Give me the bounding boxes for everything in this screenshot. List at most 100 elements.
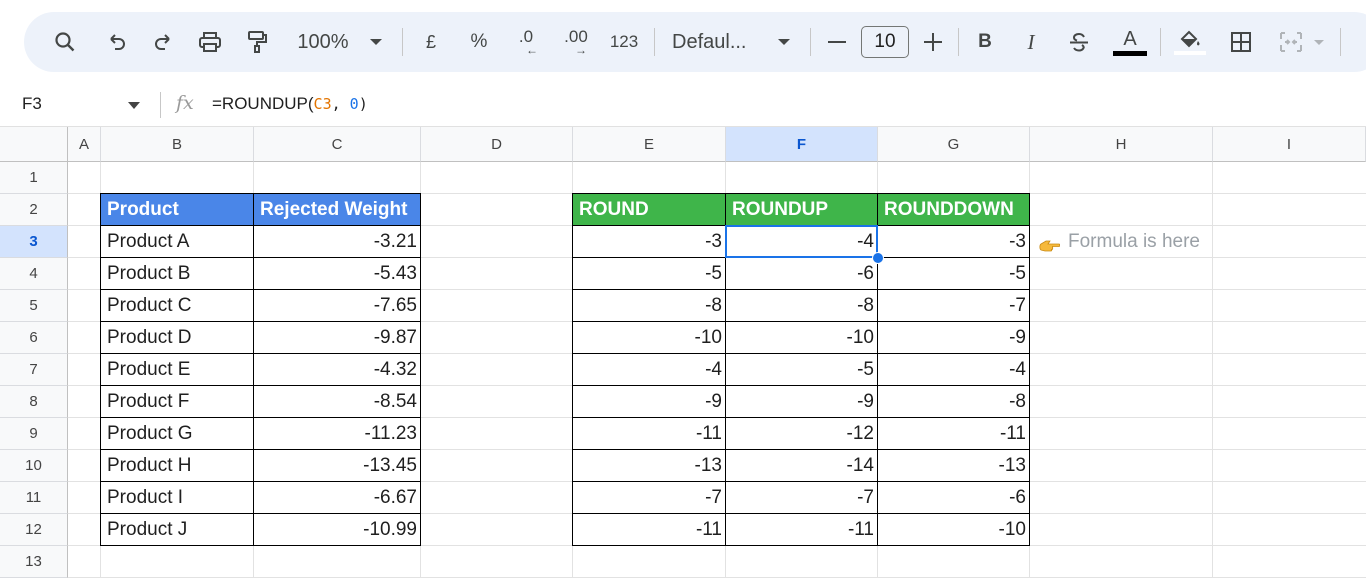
column-header-c[interactable]: C xyxy=(254,127,421,162)
row-header-11[interactable]: 11 xyxy=(0,482,68,514)
text-color-button[interactable]: A xyxy=(1112,12,1148,72)
round-value-cell[interactable]: -11 xyxy=(573,514,726,546)
decrease-font-size-icon[interactable] xyxy=(822,12,852,72)
table2-header-roundup[interactable]: ROUNDUP xyxy=(726,194,878,226)
table1-header-rejected-weight[interactable]: Rejected Weight xyxy=(254,194,421,226)
round-value-cell[interactable]: -3 xyxy=(573,226,726,258)
rejected-weight-cell[interactable]: -7.65 xyxy=(254,290,421,322)
row-header-13[interactable]: 13 xyxy=(0,546,68,578)
rounddown-value-cell[interactable]: -10 xyxy=(878,514,1030,546)
round-value-cell[interactable]: -9 xyxy=(573,386,726,418)
product-name-cell[interactable]: Product H xyxy=(101,450,254,482)
currency-format-button[interactable]: £ xyxy=(418,12,444,72)
column-header-d[interactable]: D xyxy=(421,127,573,162)
font-select[interactable]: Defaul... xyxy=(672,12,762,72)
rejected-weight-cell[interactable]: -3.21 xyxy=(254,226,421,258)
product-name-cell[interactable]: Product C xyxy=(101,290,254,322)
increase-font-size-icon[interactable] xyxy=(918,12,948,72)
search-menus-icon[interactable] xyxy=(48,12,82,72)
decrease-decimal-button[interactable]: .0 ← xyxy=(508,12,544,72)
rounddown-value-cell[interactable]: -8 xyxy=(878,386,1030,418)
roundup-value-cell[interactable]: -7 xyxy=(726,482,878,514)
row-header-5[interactable]: 5 xyxy=(0,290,68,322)
table2-header-rounddown[interactable]: ROUNDDOWN xyxy=(878,194,1030,226)
table2-header-round[interactable]: ROUND xyxy=(573,194,726,226)
select-all-corner[interactable] xyxy=(0,127,68,162)
rounddown-value-cell[interactable]: -5 xyxy=(878,258,1030,290)
round-value-cell[interactable]: -7 xyxy=(573,482,726,514)
column-header-a[interactable]: A xyxy=(68,127,101,162)
rounddown-value-cell[interactable]: -3 xyxy=(878,226,1030,258)
product-name-cell[interactable]: Product E xyxy=(101,354,254,386)
row-header-3[interactable]: 3 xyxy=(0,226,68,258)
round-value-cell[interactable]: -4 xyxy=(573,354,726,386)
roundup-value-cell[interactable]: -6 xyxy=(726,258,878,290)
rejected-weight-cell[interactable]: -10.99 xyxy=(254,514,421,546)
merge-cells-icon[interactable] xyxy=(1274,12,1308,72)
chevron-down-icon[interactable] xyxy=(772,12,796,72)
row-header-4[interactable]: 4 xyxy=(0,258,68,290)
more-formats-button[interactable]: 123 xyxy=(606,12,642,72)
italic-button[interactable]: I xyxy=(1018,12,1044,72)
borders-icon[interactable] xyxy=(1226,12,1256,72)
product-name-cell[interactable]: Product F xyxy=(101,386,254,418)
roundup-value-cell[interactable]: -12 xyxy=(726,418,878,450)
round-value-cell[interactable]: -10 xyxy=(573,322,726,354)
increase-decimal-button[interactable]: .00 → xyxy=(556,12,596,72)
round-value-cell[interactable]: -13 xyxy=(573,450,726,482)
rejected-weight-cell[interactable]: -13.45 xyxy=(254,450,421,482)
chevron-down-icon[interactable] xyxy=(128,102,140,109)
paint-format-icon[interactable] xyxy=(240,12,274,72)
column-header-h[interactable]: H xyxy=(1030,127,1213,162)
column-header-f[interactable]: F xyxy=(726,127,878,162)
fill-color-icon[interactable] xyxy=(1172,12,1208,72)
product-name-cell[interactable]: Product J xyxy=(101,514,254,546)
name-box[interactable]: F3 xyxy=(22,94,42,114)
rejected-weight-cell[interactable]: -9.87 xyxy=(254,322,421,354)
rounddown-value-cell[interactable]: -4 xyxy=(878,354,1030,386)
chevron-down-icon[interactable] xyxy=(1310,12,1328,72)
zoom-select[interactable]: 100% xyxy=(288,12,358,72)
product-name-cell[interactable]: Product B xyxy=(101,258,254,290)
row-header-12[interactable]: 12 xyxy=(0,514,68,546)
column-header-i[interactable]: I xyxy=(1213,127,1366,162)
formula-input[interactable]: =ROUNDUP(C3, 0) xyxy=(212,94,368,114)
column-header-e[interactable]: E xyxy=(573,127,726,162)
row-header-2[interactable]: 2 xyxy=(0,194,68,226)
rejected-weight-cell[interactable]: -8.54 xyxy=(254,386,421,418)
print-icon[interactable] xyxy=(192,12,228,72)
roundup-value-cell[interactable]: -14 xyxy=(726,450,878,482)
row-header-8[interactable]: 8 xyxy=(0,386,68,418)
rejected-weight-cell[interactable]: -5.43 xyxy=(254,258,421,290)
round-value-cell[interactable]: -8 xyxy=(573,290,726,322)
rejected-weight-cell[interactable]: -6.67 xyxy=(254,482,421,514)
column-header-g[interactable]: G xyxy=(878,127,1030,162)
row-header-10[interactable]: 10 xyxy=(0,450,68,482)
round-value-cell[interactable]: -11 xyxy=(573,418,726,450)
product-name-cell[interactable]: Product A xyxy=(101,226,254,258)
row-header-1[interactable]: 1 xyxy=(0,162,68,194)
spreadsheet-grid[interactable]: A B C D E F G H I 1 2 3 4 5 6 7 8 9 10 11 12 13 Product Rejecte… xyxy=(0,127,1366,578)
rounddown-value-cell[interactable]: -11 xyxy=(878,418,1030,450)
row-header-7[interactable]: 7 xyxy=(0,354,68,386)
roundup-value-cell[interactable]: -11 xyxy=(726,514,878,546)
roundup-value-cell[interactable]: -10 xyxy=(726,322,878,354)
column-header-b[interactable]: B xyxy=(101,127,254,162)
bold-button[interactable]: B xyxy=(972,12,998,72)
product-name-cell[interactable]: Product G xyxy=(101,418,254,450)
round-value-cell[interactable]: -5 xyxy=(573,258,726,290)
roundup-value-cell[interactable]: -9 xyxy=(726,386,878,418)
roundup-value-cell[interactable]: -5 xyxy=(726,354,878,386)
product-name-cell[interactable]: Product I xyxy=(101,482,254,514)
row-header-6[interactable]: 6 xyxy=(0,322,68,354)
chevron-down-icon[interactable] xyxy=(364,12,388,72)
roundup-value-cell[interactable]: -8 xyxy=(726,290,878,322)
rounddown-value-cell[interactable]: -13 xyxy=(878,450,1030,482)
row-header-9[interactable]: 9 xyxy=(0,418,68,450)
undo-icon[interactable] xyxy=(100,12,134,72)
rounddown-value-cell[interactable]: -6 xyxy=(878,482,1030,514)
rejected-weight-cell[interactable]: -11.23 xyxy=(254,418,421,450)
product-name-cell[interactable]: Product D xyxy=(101,322,254,354)
redo-icon[interactable] xyxy=(146,12,180,72)
rounddown-value-cell[interactable]: -9 xyxy=(878,322,1030,354)
